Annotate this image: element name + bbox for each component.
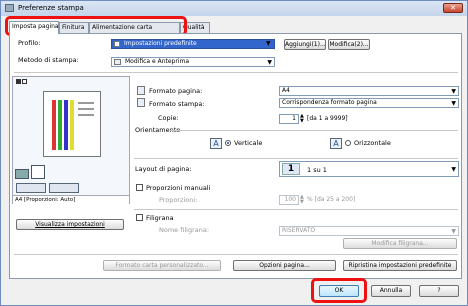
output-size-label: Formato stampa: — [149, 100, 205, 108]
restore-defaults-button[interactable]: Ripristina impostazioni predefinite — [343, 260, 457, 271]
watermark-checkbox[interactable] — [136, 214, 143, 221]
custom-paper-button[interactable]: Formato carta personalizzato... — [103, 260, 221, 271]
scaling-spinner[interactable]: ▲ ▼ — [300, 195, 304, 205]
window-title: Preferenze stampa — [18, 4, 84, 12]
output-method-combo[interactable]: Modifica e Anteprima ▼ — [111, 57, 275, 67]
divider — [134, 209, 458, 210]
output-size-value: Corrispondenza formato pagina — [282, 99, 377, 106]
printer-icon — [15, 169, 29, 179]
chevron-down-icon: ▼ — [267, 59, 272, 66]
profile-label: Profilo: — [18, 39, 41, 47]
tab-quality[interactable]: Qualità — [180, 22, 210, 33]
orientation-divider — [170, 130, 458, 131]
output-method-value: Modifica e Anteprima — [125, 58, 189, 65]
layout-combo[interactable]: 1 1 su 1 ▼ — [279, 161, 459, 177]
preview-pane: A4 [Proporzioni: Auto] — [12, 76, 130, 204]
portrait-label: Verticale — [234, 139, 263, 147]
page-size-combo[interactable]: A4 ▼ — [279, 86, 459, 96]
copies-range: [da 1 a 9999] — [307, 115, 348, 122]
ok-button[interactable]: OK — [319, 285, 359, 297]
finishing-icon — [49, 183, 79, 193]
copies-label: Copie: — [158, 114, 179, 122]
profile-combo[interactable]: Impostazioni predefinite — [111, 39, 275, 49]
page-options-button[interactable]: Opzioni pagina... — [233, 260, 336, 271]
scaling-range: % [da 25 a 200] — [307, 196, 356, 203]
help-button[interactable]: ? — [419, 285, 459, 297]
landscape-radio[interactable] — [345, 140, 351, 146]
view-settings-button[interactable]: Visualizza impostazioni — [16, 219, 124, 230]
profile-icon — [114, 41, 120, 47]
manual-scaling-checkbox[interactable] — [136, 184, 143, 191]
chevron-down-icon: ▼ — [451, 100, 456, 107]
divider — [134, 158, 458, 159]
watermark-value: RISERVATO — [282, 227, 316, 234]
chevron-down-icon[interactable]: ▼ — [266, 40, 271, 47]
copies-spinner[interactable]: ▲ ▼ — [300, 114, 304, 124]
portrait-radio[interactable] — [225, 140, 231, 146]
layout-label: Layout di pagina: — [135, 165, 192, 173]
page-size-icon — [137, 86, 145, 95]
output-size-icon — [137, 98, 145, 107]
printer-icon — [5, 4, 14, 12]
divider — [14, 72, 458, 73]
tab-paper-source[interactable]: Alimentazione carta — [89, 22, 180, 33]
preview-caption: A4 [Proporzioni: Auto] — [13, 195, 129, 204]
page-setup-panel: Profilo: Impostazioni predefinite ▼ Aggi… — [9, 33, 462, 279]
view-settings-label: Visualizza impostazioni — [35, 221, 105, 228]
layout-value: 1 su 1 — [307, 166, 327, 174]
scaling-input[interactable]: 100 — [279, 195, 299, 205]
chevron-down-icon: ▼ — [451, 228, 456, 235]
chevron-down-icon: ▼ — [451, 166, 456, 173]
output-method-label: Metodo di stampa: — [18, 56, 79, 64]
layout-icon-2 — [22, 79, 27, 84]
portrait-icon: A — [210, 138, 222, 149]
edit-watermark-button[interactable]: Modifica filigrana... — [343, 238, 457, 249]
copies-input[interactable]: 1 — [279, 114, 299, 124]
paper-icon — [31, 165, 45, 179]
tab-finishing[interactable]: Finitura — [59, 22, 89, 33]
divider — [14, 254, 458, 255]
paper-source-icon — [16, 183, 46, 193]
watermark-name-label: Nome filigrana: — [159, 226, 210, 234]
output-size-combo[interactable]: Corrispondenza formato pagina ▼ — [279, 98, 459, 108]
title-bar: Preferenze stampa ✕ — [1, 1, 467, 16]
edit-profile-button[interactable]: Modifica(2)... — [328, 39, 370, 50]
close-button[interactable]: ✕ — [443, 3, 463, 13]
cancel-button[interactable]: Annulla — [371, 285, 411, 297]
manual-scaling-label: Proporzioni manuali — [146, 184, 211, 192]
page-size-value: A4 — [282, 87, 290, 94]
watermark-label: Filigrana — [146, 214, 174, 222]
landscape-label: Orizzontale — [354, 139, 391, 147]
watermark-combo[interactable]: RISERVATO ▼ — [279, 226, 459, 236]
page-size-label: Formato pagina: — [149, 87, 203, 95]
tab-page-setup[interactable]: Imposta pagina — [9, 21, 59, 34]
layout-icon — [16, 79, 21, 84]
output-method-icon — [114, 59, 121, 65]
chevron-down-icon: ▼ — [451, 88, 456, 95]
scaling-label: Proporzioni: — [159, 196, 198, 204]
layout-number: 1 — [282, 163, 300, 175]
page-preview — [43, 91, 101, 157]
preferences-window: Preferenze stampa ✕ Imposta pagina Finit… — [0, 0, 468, 306]
add-profile-button[interactable]: Aggiungi(1)... — [284, 39, 326, 50]
profile-value: Impostazioni predefinite — [124, 40, 197, 47]
landscape-icon: A — [330, 138, 342, 149]
